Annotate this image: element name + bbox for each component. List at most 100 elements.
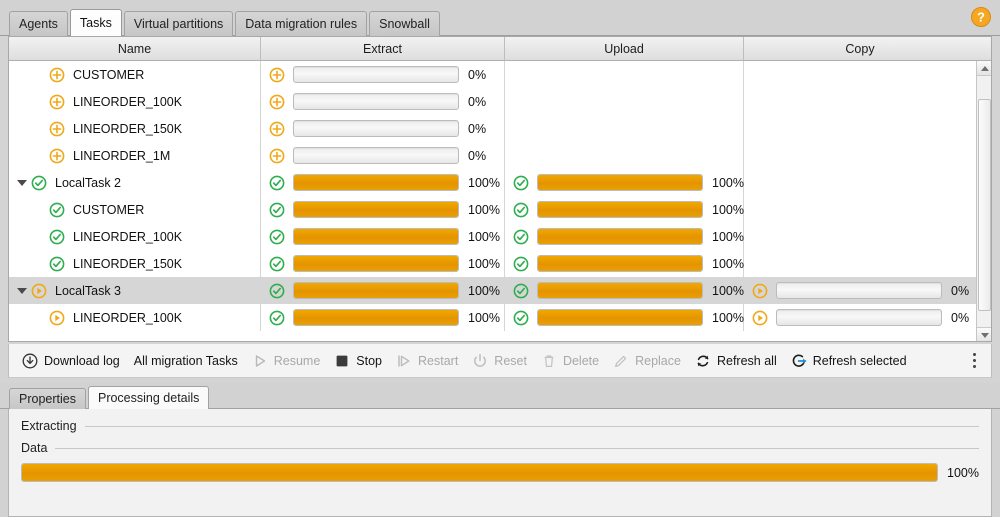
- extract-progress-value: 0%: [468, 121, 487, 136]
- upload-progress-group: 100%: [513, 255, 744, 272]
- extract-progress-bar: [293, 309, 459, 326]
- section-extracting-label: Extracting: [21, 419, 77, 433]
- details-tabstrip: Properties Processing details: [0, 383, 1000, 409]
- row-name-label: LINEORDER_100K: [73, 310, 183, 325]
- check-circle-icon: [513, 283, 529, 299]
- upload-progress-value: 100%: [712, 310, 744, 325]
- table-row[interactable]: LocalTask 3 100% 100% 0%: [9, 277, 991, 304]
- extract-progress-fill: [294, 256, 458, 271]
- cell-upload: 100%: [505, 250, 744, 277]
- help-circle-icon[interactable]: ?: [970, 6, 992, 28]
- tab-tasks[interactable]: Tasks: [69, 9, 122, 36]
- cell-upload: 100%: [505, 277, 744, 304]
- toolbar-resume-button: Resume: [245, 348, 328, 374]
- table-vertical-scrollbar[interactable]: [976, 61, 991, 341]
- extract-progress-value: 100%: [468, 256, 500, 271]
- data-progress-value: 100%: [947, 465, 979, 480]
- row-collapse-triangle-icon[interactable]: [13, 169, 31, 196]
- tab-agents[interactable]: Agents: [9, 11, 68, 36]
- main-tabstrip: Agents Tasks Virtual partitions Data migrat…: [0, 0, 1000, 36]
- toolbar-stop-button[interactable]: Stop: [327, 348, 389, 374]
- restart-play-icon: [396, 353, 412, 369]
- tab-virtual-partitions[interactable]: Virtual partitions: [123, 11, 234, 36]
- extract-progress-value: 100%: [468, 283, 500, 298]
- plus-circle-icon: [49, 94, 65, 110]
- upload-progress-value: 100%: [712, 202, 744, 217]
- table-row[interactable]: CUSTOMER 0%: [9, 61, 991, 88]
- table-row[interactable]: LINEORDER_100K 100% 100%: [9, 223, 991, 250]
- row-name-label: LINEORDER_150K: [73, 256, 183, 271]
- upload-progress-bar: [537, 255, 703, 272]
- tab-label: Tasks: [79, 16, 112, 30]
- scroll-down-arrow-icon[interactable]: [977, 327, 991, 341]
- toolbar-reset-button: Reset: [465, 348, 534, 374]
- extract-progress-fill: [294, 175, 458, 190]
- column-header-name[interactable]: Name: [9, 37, 261, 60]
- tab-snowball[interactable]: Snowball: [369, 11, 440, 36]
- detail-tab-processing-details[interactable]: Processing details: [87, 386, 210, 409]
- table-row[interactable]: LINEORDER_100K 0%: [9, 88, 991, 115]
- detail-tab-properties[interactable]: Properties: [9, 388, 86, 409]
- table-row[interactable]: LINEORDER_100K 100% 100% 0%: [9, 304, 991, 331]
- section-extracting-rule: [84, 425, 979, 427]
- copy-progress-bar: [776, 282, 942, 299]
- kebab-menu-icon[interactable]: [963, 353, 985, 368]
- column-header-copy[interactable]: Copy: [744, 37, 976, 60]
- detail-tab-label: Properties: [19, 392, 76, 406]
- cell-name: LINEORDER_1M: [9, 142, 261, 169]
- copy-progress-value: 0%: [951, 283, 970, 298]
- cell-copy: [744, 61, 976, 88]
- toolbar-refresh-all-button[interactable]: Refresh all: [688, 348, 784, 374]
- play-circle-icon: [752, 310, 768, 326]
- actions-toolbar: Download log All migration Tasks Resume Sto…: [8, 344, 992, 378]
- data-progress-fill: [22, 464, 938, 481]
- row-collapse-triangle-icon[interactable]: [13, 277, 31, 304]
- table-row[interactable]: CUSTOMER 100% 100%: [9, 196, 991, 223]
- trash-icon: [541, 353, 557, 369]
- table-header-row: Name Extract Upload Copy: [9, 37, 991, 61]
- cell-extract: 100%: [261, 169, 505, 196]
- toolbar-download-log-button[interactable]: Download log: [15, 348, 127, 374]
- extract-progress-group: 100%: [269, 282, 500, 299]
- cell-extract: 0%: [261, 88, 505, 115]
- upload-progress-value: 100%: [712, 229, 744, 244]
- upload-progress-value: 100%: [712, 175, 744, 190]
- extract-progress-bar: [293, 147, 459, 164]
- upload-progress-value: 100%: [712, 283, 744, 298]
- column-header-upload[interactable]: Upload: [505, 37, 744, 60]
- toolbar-button-label: Refresh selected: [812, 353, 907, 368]
- toolbar-refresh-selected-button[interactable]: Refresh selected: [784, 348, 914, 374]
- plus-circle-icon: [49, 121, 65, 137]
- column-header-extract[interactable]: Extract: [261, 37, 505, 60]
- cell-upload: [505, 88, 744, 115]
- check-circle-icon: [269, 283, 285, 299]
- table-row[interactable]: LINEORDER_150K 100% 100%: [9, 250, 991, 277]
- row-name-label: LINEORDER_100K: [73, 229, 183, 244]
- check-circle-icon: [49, 202, 65, 218]
- extract-progress-fill: [294, 283, 458, 298]
- cell-extract: 0%: [261, 142, 505, 169]
- extract-progress-group: 100%: [269, 228, 500, 245]
- extract-progress-bar: [293, 255, 459, 272]
- extract-progress-bar: [293, 201, 459, 218]
- scroll-up-arrow-icon[interactable]: [977, 61, 991, 76]
- cell-upload: 100%: [505, 223, 744, 250]
- toolbar-all-migration-tasks-button[interactable]: All migration Tasks: [127, 348, 245, 374]
- table-row[interactable]: LINEORDER_1M 0%: [9, 142, 991, 169]
- cell-copy: [744, 196, 976, 223]
- cell-name: CUSTOMER: [9, 196, 261, 223]
- toolbar-button-label: Restart: [418, 353, 459, 368]
- toolbar-button-label: Resume: [273, 353, 321, 368]
- power-icon: [472, 353, 488, 369]
- scrollbar-thumb[interactable]: [978, 99, 991, 311]
- cell-copy: [744, 223, 976, 250]
- table-row[interactable]: LocalTask 2 100% 100%: [9, 169, 991, 196]
- table-row[interactable]: LINEORDER_150K 0%: [9, 115, 991, 142]
- check-circle-icon: [513, 229, 529, 245]
- cell-copy: [744, 250, 976, 277]
- tab-data-migration-rules[interactable]: Data migration rules: [235, 11, 368, 36]
- toolbar-replace-button: Replace: [606, 348, 688, 374]
- row-name-label: LINEORDER_1M: [73, 148, 171, 163]
- refresh-selected-icon: [791, 353, 807, 369]
- check-circle-icon: [513, 256, 529, 272]
